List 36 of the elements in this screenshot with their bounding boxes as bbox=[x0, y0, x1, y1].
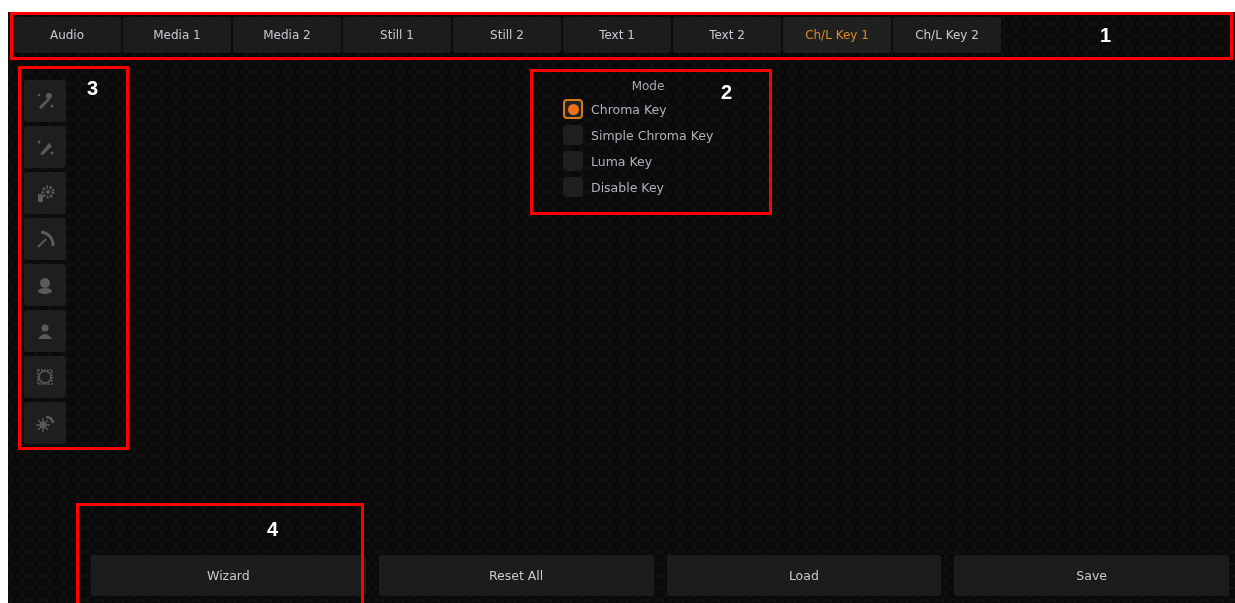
tab[interactable]: Still 1 bbox=[343, 17, 451, 53]
callout-number: 3 bbox=[87, 77, 99, 100]
tool-button[interactable] bbox=[24, 218, 66, 260]
tool-button[interactable] bbox=[24, 126, 66, 168]
tool-button[interactable] bbox=[24, 80, 66, 122]
action-button[interactable]: Save bbox=[954, 555, 1229, 596]
arc-icon bbox=[35, 229, 55, 249]
circle-icon bbox=[35, 367, 55, 387]
action-button[interactable]: Wizard bbox=[91, 555, 366, 596]
tab[interactable]: Text 1 bbox=[563, 17, 671, 53]
tab[interactable]: Still 2 bbox=[453, 17, 561, 53]
option-label[interactable]: Luma Key bbox=[591, 153, 653, 169]
tab[interactable]: Ch/L Key 1 bbox=[783, 17, 891, 53]
wand-icon bbox=[35, 91, 55, 111]
tab[interactable]: Text 2 bbox=[673, 17, 781, 53]
callout-number: 4 bbox=[267, 518, 279, 541]
tab[interactable]: Media 1 bbox=[123, 17, 231, 53]
gear-icon bbox=[35, 183, 55, 203]
mode-title: Mode bbox=[631, 79, 665, 93]
tool-button[interactable] bbox=[24, 172, 66, 214]
tab[interactable]: Media 2 bbox=[233, 17, 341, 53]
tab[interactable]: Audio bbox=[13, 17, 121, 53]
option-label[interactable]: Chroma Key bbox=[591, 101, 667, 117]
tool-button[interactable] bbox=[24, 356, 66, 398]
tool-button[interactable] bbox=[24, 402, 66, 444]
option-label[interactable]: Disable Key bbox=[591, 179, 664, 195]
sun-icon bbox=[35, 413, 55, 433]
callout-number: 1 bbox=[1100, 24, 1112, 47]
tab[interactable]: Ch/L Key 2 bbox=[893, 17, 1001, 53]
action-button[interactable]: Load bbox=[666, 555, 942, 596]
radio-button[interactable] bbox=[563, 99, 583, 119]
callout-number: 2 bbox=[721, 81, 733, 104]
action-button[interactable]: Reset All bbox=[378, 555, 654, 596]
tool-button[interactable] bbox=[24, 264, 66, 306]
option-label[interactable]: Simple Chroma Key bbox=[591, 127, 714, 143]
tool-button[interactable] bbox=[24, 310, 66, 352]
